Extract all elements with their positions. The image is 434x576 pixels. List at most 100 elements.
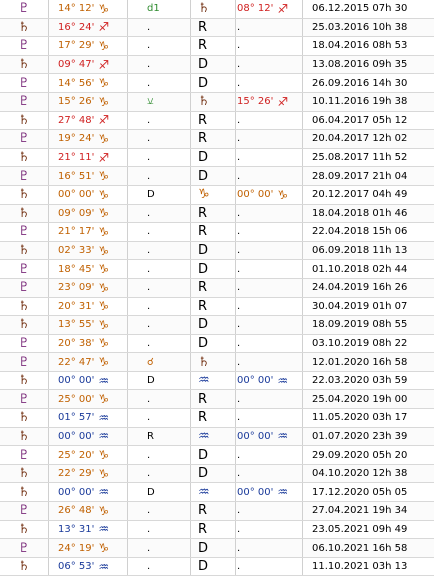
aspect-value: . [147,523,151,535]
sign-icon: ♑ [98,541,110,556]
table-row[interactable]: ♇ 16° 51' ♑ . D . 28.09.2017 21h 04 [0,167,434,186]
table-row[interactable]: ♇ 21° 17' ♑ . R . 22.04.2018 15h 06 [0,223,434,242]
motion-value: R [198,280,208,296]
motion-value: D [198,168,209,184]
date-value: 01.07.2020 23h 39 [312,430,408,442]
motion-cell: R [190,502,235,520]
table-row[interactable]: ♇ 15° 26' ♑ ⚺ ♄ 15° 26' ♐ 10.11.2016 19h 3… [0,92,434,112]
table-row[interactable]: ♄ 09° 47' ♐ . D . 13.08.2016 09h 35 [0,55,434,75]
target-position-value: . [237,449,241,461]
position-value: 01° 57' [58,412,95,424]
aspect-value: . [147,114,151,126]
target-position-value: . [237,263,241,275]
table-row[interactable]: ♇ 24° 19' ♑ . D . 06.10.2021 16h 58 [0,539,434,558]
target-position-value: . [237,337,241,349]
aspect-cell: . [127,242,190,260]
table-row[interactable]: ♄ 09° 09' ♑ . R . 18.04.2018 01h 46 [0,204,434,224]
motion-cell: D [190,446,235,464]
position-value: 17° 29' [58,40,95,52]
table-row[interactable]: ♄ 27° 48' ♐ . R . 06.04.2017 05h 12 [0,111,434,131]
planet-glyph: ♄ [18,559,30,575]
table-row[interactable]: ♄ 16° 24' ♐ . R . 25.03.2016 10h 38 [0,18,434,38]
target-position-cell: . [235,465,302,483]
planet-glyph: ♇ [18,503,30,519]
aspect-cell: ⚺ [127,93,190,111]
date-cell: 20.12.2017 04h 49 [302,186,434,204]
table-row[interactable]: ♄ 02° 33' ♑ . D . 06.09.2018 11h 13 [0,241,434,261]
aspect-value: . [147,152,151,164]
date-cell: 27.04.2021 19h 34 [302,502,434,520]
table-row[interactable]: ♇ 14° 56' ♑ . D . 26.09.2016 14h 30 [0,74,434,93]
motion-cell: D [190,260,235,278]
date-value: 25.08.2017 11h 52 [312,152,408,164]
position-cell: 13° 55' ♑ [48,316,127,334]
target-position-cell: . [235,223,302,241]
planet-glyph: ♄ [18,466,30,482]
table-row[interactable]: ♇ 22° 47' ♑ ☌ ♄ . 12.01.2020 16h 58 [0,353,434,372]
planet-icon: ♇ [0,446,48,464]
table-row[interactable]: ♇ 20° 38' ♑ . D . 03.10.2019 08h 22 [0,334,434,354]
sign-icon: ♑ [98,448,110,463]
target-position-cell: . [235,149,302,167]
table-row[interactable]: ♄ 13° 31' ♒ . R . 23.05.2021 09h 49 [0,520,434,540]
table-row[interactable]: ♇ 17° 29' ♑ . R . 18.04.2016 08h 53 [0,37,434,56]
position-value: 06° 53' [58,561,95,573]
motion-cell: ♄ [190,353,235,371]
table-row[interactable]: ♇ 18° 45' ♑ . D . 01.10.2018 02h 44 [0,260,434,279]
aspect-value: . [147,40,151,52]
motion-value: D [198,150,209,166]
motion-value: D [198,261,209,277]
motion-cell: R [190,37,235,55]
sign-icon: ♑ [98,299,110,314]
date-cell: 29.09.2020 05h 20 [302,446,434,464]
table-row[interactable]: ♄ 21° 11' ♐ . D . 25.08.2017 11h 52 [0,148,434,168]
table-row[interactable]: ♇ 23° 09' ♑ . R . 24.04.2019 16h 26 [0,278,434,298]
position-cell: 25° 00' ♑ [48,390,127,408]
motion-value: D [198,317,209,333]
motion-value: R [198,131,208,147]
target-position-value: 00° 00' [237,486,274,498]
planet-glyph: ♇ [18,75,30,91]
table-row[interactable]: ♇ 26° 48' ♑ . R . 27.04.2021 19h 34 [0,502,434,521]
aspect-value: . [147,412,151,424]
table-row[interactable]: ♄ 00° 00' ♒ R ♒ 00° 00' ♒ 01.07.2020 23h 3… [0,427,434,447]
table-row[interactable]: ♄ 00° 00' ♒ D ♒ 00° 00' ♒ 17.12.2020 05h 0… [0,483,434,503]
table-row[interactable]: ♄ 20° 31' ♑ . R . 30.04.2019 01h 07 [0,297,434,317]
position-cell: 02° 33' ♑ [48,242,127,260]
target-position-cell: . [235,446,302,464]
date-value: 28.09.2017 21h 04 [312,170,408,182]
table-row[interactable]: ♄ 13° 55' ♑ . D . 18.09.2019 08h 55 [0,316,434,335]
position-cell: 15° 26' ♑ [48,93,127,111]
table-row[interactable]: ♇ 25° 00' ♑ . R . 25.04.2020 19h 00 [0,390,434,410]
sign-icon: ♑ [98,206,110,221]
table-row[interactable]: ♄ 00° 00' ♑ D ♑ 00° 00' ♑ 20.12.2017 04h 4… [0,185,434,205]
aspect-cell: . [127,19,190,37]
position-cell: 06° 53' ♒ [48,558,127,576]
motion-cell: ♒ [190,372,235,390]
date-value: 22.03.2020 03h 59 [312,375,408,387]
aspect-value: . [147,300,151,312]
motion-value: R [198,391,208,407]
target-position-value: . [237,505,241,517]
target-position-cell: . [235,502,302,520]
date-value: 30.04.2019 01h 07 [312,300,408,312]
motion-cell: D [190,539,235,557]
date-value: 23.05.2021 09h 49 [312,523,408,535]
planet-icon: ♇ [0,502,48,520]
table-row[interactable]: ♇ 14° 12' ♑ d1 ♄ 08° 12' ♐ 06.12.2015 07h … [0,0,434,19]
sign-icon: ♐ [98,150,110,165]
table-row[interactable]: ♄ 22° 29' ♑ . D . 04.10.2020 12h 38 [0,464,434,484]
date-value: 01.10.2018 02h 44 [312,263,408,275]
planet-icon: ♇ [0,353,48,371]
motion-value: ♑ [198,187,210,203]
aspect-value: . [147,207,151,219]
table-row[interactable]: ♇ 19° 24' ♑ . R . 20.04.2017 12h 02 [0,130,434,149]
date-cell: 01.07.2020 23h 39 [302,428,434,446]
sign-icon: ♒ [98,373,110,388]
planet-icon: ♄ [0,242,48,260]
motion-value: ♄ [198,354,210,370]
table-row[interactable]: ♄ 00° 00' ♒ D ♒ 00° 00' ♒ 22.03.2020 03h 5… [0,371,434,391]
table-row[interactable]: ♄ 01° 57' ♒ . R . 11.05.2020 03h 17 [0,409,434,428]
position-cell: 22° 29' ♑ [48,465,127,483]
table-row[interactable]: ♇ 25° 20' ♑ . D . 29.09.2020 05h 20 [0,446,434,465]
